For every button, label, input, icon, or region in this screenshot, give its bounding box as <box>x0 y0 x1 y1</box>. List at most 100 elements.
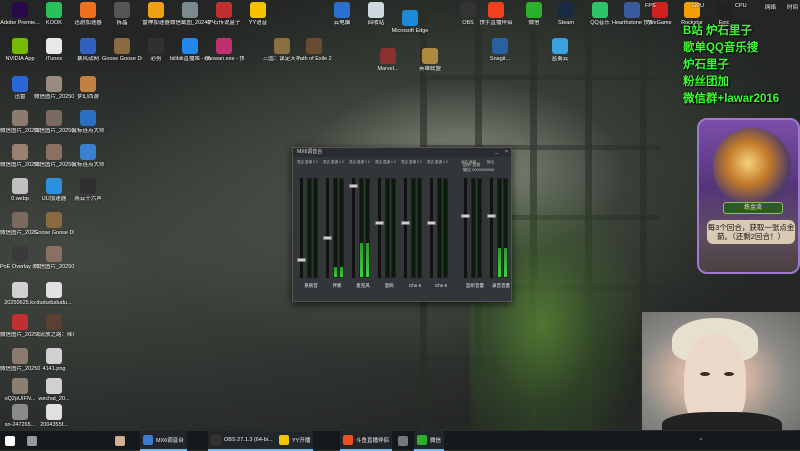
taskbar-item[interactable]: YY开播 <box>276 431 314 451</box>
mixer-channel: 返听 音频 监听音量 <box>461 160 487 292</box>
taskbar-item[interactable] <box>24 431 43 451</box>
desktop-icon[interactable]: 快手直播伴侣 <box>476 2 516 26</box>
file-icon <box>46 378 62 394</box>
webcam-eye <box>700 372 710 376</box>
desktop-icon[interactable]: 鼠标连点大师 <box>68 110 108 134</box>
fader-track[interactable] <box>375 178 384 278</box>
desktop-icon-label: 英雄联盟 <box>418 66 441 72</box>
game-icon <box>46 314 62 330</box>
taskbar-item[interactable]: MX6调音台 <box>140 431 187 451</box>
desktop-icon[interactable]: 梦幻西游 <box>68 76 108 100</box>
desktop-icon[interactable]: 鼠标连点大师 <box>68 144 108 168</box>
qqmusic-icon <box>592 2 608 18</box>
channel-routing[interactable]: 混合 直通 1 2 <box>427 160 453 172</box>
tray-expand-button[interactable]: ^ <box>700 431 702 451</box>
fader-track[interactable] <box>401 178 410 278</box>
fader-track[interactable] <box>461 178 470 278</box>
taskbar-item[interactable]: OBS 27.1.3 (64-bi... <box>208 431 276 451</box>
mixer-title: MX6调音台 <box>293 148 511 157</box>
overlay-line: 微信群+lawar2016 <box>683 93 780 105</box>
cpu-label: CPU <box>735 3 747 9</box>
search-icon <box>27 436 37 446</box>
level-meter <box>333 178 338 278</box>
channel-routing[interactable]: 混合 直通 1 2 <box>323 160 349 172</box>
desktop-icon[interactable]: Snagit... <box>480 38 520 62</box>
close-button[interactable]: × <box>503 149 510 156</box>
desktop-icon[interactable]: 2004355f... <box>34 404 74 428</box>
taskbar-item[interactable] <box>112 431 131 451</box>
channel-routing[interactable]: 混合 直通 1 2 <box>297 160 323 172</box>
wechat-icon <box>417 435 427 445</box>
recycle-bin-icon <box>368 2 384 18</box>
desktop-icon[interactable]: xiaowan.exe - 快捷方式 <box>204 38 244 62</box>
desktop-icon[interactable]: dududududu... <box>34 282 74 306</box>
taskbar-item[interactable] <box>395 431 414 451</box>
mixer-channel: 混合 直通 1 2 系统音 <box>297 160 323 292</box>
desktop-icon[interactable]: Path of Exile 2 <box>294 38 334 62</box>
fader-track[interactable] <box>297 178 306 278</box>
avatar-icon <box>115 436 125 446</box>
desktop-icon[interactable]: wechat_20... <box>34 378 74 402</box>
desktop-icon[interactable]: 4141.png <box>34 348 74 372</box>
image-icon <box>46 110 62 126</box>
fader-knob[interactable] <box>375 221 384 225</box>
desktop-icon[interactable]: YY语音 <box>238 2 278 26</box>
app-icon <box>552 38 568 54</box>
taskbar-item-label: MX6调音台 <box>156 438 184 444</box>
fader-knob[interactable] <box>461 214 470 218</box>
webcam-feed <box>642 312 800 430</box>
desktop-icon[interactable]: Goose Goose Duck <box>34 212 74 236</box>
level-meter <box>307 178 312 278</box>
desktop-icon-label: 燕云十六声 <box>74 196 102 202</box>
desktop-icon-label: 2004355f... <box>40 422 68 428</box>
fader-track[interactable] <box>323 178 332 278</box>
xiaowan-icon <box>216 38 232 54</box>
channel-routing[interactable]: 混合 直通 1 2 <box>375 160 401 172</box>
level-meter <box>503 178 508 278</box>
taskbar-item[interactable] <box>2 431 21 451</box>
desktop-icon-label: xiaowan.exe - 快捷方式 <box>204 56 244 62</box>
wechat-icon <box>526 2 542 18</box>
image-icon <box>12 212 28 228</box>
image-icon <box>182 2 198 18</box>
image-icon <box>46 144 62 160</box>
desktop-icon[interactable]: 微信图片_2025073... <box>34 246 74 270</box>
taskbar-item[interactable]: 微信 <box>414 431 445 451</box>
desktop-icon[interactable]: Microsoft Edge <box>390 10 430 34</box>
premiere-icon <box>12 2 28 18</box>
fader-track[interactable] <box>427 178 436 278</box>
channel-routing[interactable]: 混合 直通 1 2 <box>349 160 375 172</box>
channel-name: Chn 6 <box>434 283 447 288</box>
readout-line: 输出 0000000000 <box>463 167 495 172</box>
mixer-readout: 返听 音频 输出 0000000000 <box>463 162 494 172</box>
fader-knob[interactable] <box>401 221 410 225</box>
taskbar-item[interactable]: 斗鱼直播伴侣 <box>340 431 393 451</box>
desktop-icon[interactable]: Marvel... <box>368 48 408 72</box>
mixer-channel: 混合 直通 1 2 混响 <box>375 160 401 292</box>
fader-track[interactable] <box>487 178 496 278</box>
desktop-icon[interactable]: 蓝奏云 <box>540 38 580 62</box>
taskbar-item-label: OBS 27.1.3 (64-bi... <box>224 437 273 443</box>
fader-knob[interactable] <box>487 214 496 218</box>
fader-knob[interactable] <box>427 221 436 225</box>
taskbar: MX6调音台 OBS 27.1.3 (64-bi... YY开播 斗鱼直播伴侣 微信 ^ <box>0 430 800 451</box>
desktop-icon[interactable]: 英雄联盟 <box>410 48 450 72</box>
image-icon <box>12 314 28 330</box>
level-meter <box>477 178 482 278</box>
fader-knob[interactable] <box>349 184 358 188</box>
minimize-button[interactable]: _ <box>493 149 500 156</box>
desktop-icon[interactable]: 《流放之路：降临》赛... <box>34 314 74 338</box>
fader-track[interactable] <box>349 178 358 278</box>
itunes-icon <box>46 38 62 54</box>
fader-knob[interactable] <box>323 236 332 240</box>
mixer-window[interactable]: MX6调音台 _ × 混合 直通 1 2 系统音 混合 直通 1 2 伴奏 混合 直通 … <box>292 147 512 302</box>
network-label: 网络 <box>765 5 777 11</box>
yy-icon <box>250 2 266 18</box>
file-icon <box>12 404 28 420</box>
taskbar-item-label: 斗鱼直播伴侣 <box>356 438 390 444</box>
desktop-icon[interactable]: 燕云十六声 <box>68 178 108 202</box>
file-icon <box>46 404 62 420</box>
hearthstone-icon <box>624 2 640 18</box>
fader-knob[interactable] <box>297 258 306 262</box>
channel-routing[interactable]: 混合 直通 1 2 <box>401 160 427 172</box>
